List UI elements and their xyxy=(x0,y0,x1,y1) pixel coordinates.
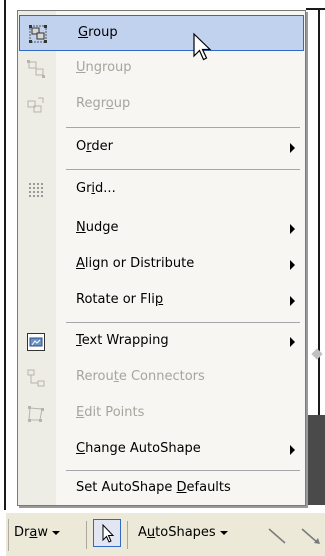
menu-item-label: Reroute Connectors xyxy=(76,369,205,384)
menu-item-label: Set AutoShape Defaults xyxy=(76,480,231,495)
submenu-arrow-icon xyxy=(290,224,295,234)
line-tool-button[interactable] xyxy=(263,521,291,549)
text-wrapping-icon xyxy=(27,333,45,351)
menu-item-align-or-distribute[interactable]: Align or Distribute xyxy=(18,247,305,283)
submenu-arrow-icon xyxy=(290,445,295,455)
menu-item-order[interactable]: Order xyxy=(18,130,305,166)
menu-item-change-autoshape[interactable]: Change AutoShape xyxy=(18,432,305,468)
menu-item-label: Regroup xyxy=(76,96,131,111)
group-icon xyxy=(29,25,47,43)
menu-item-label: Ungroup xyxy=(76,60,132,75)
menu-item-label: Grid... xyxy=(76,181,116,196)
menu-item-regroup[interactable]: Regroup xyxy=(18,87,305,123)
submenu-arrow-icon xyxy=(290,337,295,347)
menu-item-label: Group xyxy=(78,25,118,40)
menu-separator xyxy=(66,169,300,170)
menu-item-edit-points[interactable]: Edit Points xyxy=(18,396,305,432)
draw-menu-button[interactable]: Draw xyxy=(14,525,60,540)
menu-item-label: Change AutoShape xyxy=(76,441,201,456)
menu-item-group[interactable]: Group xyxy=(19,15,304,51)
autoshapes-menu-button[interactable]: AutoShapes xyxy=(138,525,228,540)
grid-icon xyxy=(27,181,45,199)
select-objects-button[interactable] xyxy=(93,519,121,547)
draw-menu: Group Ungroup Regroup Order Grid... Nudg… xyxy=(17,10,306,506)
toolbar-grip[interactable] xyxy=(8,519,10,551)
menu-item-nudge[interactable]: Nudge xyxy=(18,211,305,247)
menu-item-set-autoshape-defaults[interactable]: Set AutoShape Defaults xyxy=(18,471,305,507)
mouse-cursor-icon xyxy=(193,32,212,61)
dropdown-caret-icon xyxy=(219,530,228,535)
edit-points-icon xyxy=(27,405,45,423)
background-left xyxy=(0,0,17,556)
menu-item-label: Text Wrapping xyxy=(76,333,169,348)
background-top xyxy=(0,0,325,8)
toolbar-separator xyxy=(86,521,87,549)
line-icon xyxy=(268,528,286,544)
menu-item-grid[interactable]: Grid... xyxy=(18,172,305,208)
toolbar-separator xyxy=(127,521,128,549)
menu-item-label: Nudge xyxy=(76,220,119,235)
document-edge-top xyxy=(306,8,325,10)
menu-item-rotate-or-flip[interactable]: Rotate or Flip xyxy=(18,283,305,319)
menu-item-text-wrapping[interactable]: Text Wrapping xyxy=(18,324,305,360)
menu-item-label: Align or Distribute xyxy=(76,256,195,271)
document-edge-line xyxy=(4,0,6,510)
pointer-icon xyxy=(102,523,115,543)
arrow-tool-button[interactable] xyxy=(298,521,325,549)
menu-item-ungroup[interactable]: Ungroup xyxy=(18,51,305,87)
menu-item-reroute-connectors[interactable]: Reroute Connectors xyxy=(18,360,305,396)
background-dark-area xyxy=(306,415,325,505)
reroute-connectors-icon xyxy=(27,369,45,387)
arrow-icon xyxy=(301,528,320,544)
menu-separator xyxy=(66,322,300,323)
menu-item-label: Rotate or Flip xyxy=(76,292,164,307)
menu-separator xyxy=(66,127,300,128)
drawing-toolbar: Draw AutoShapes xyxy=(6,512,325,556)
submenu-arrow-icon xyxy=(290,296,295,306)
menu-item-label: Order xyxy=(76,139,113,154)
submenu-arrow-icon xyxy=(290,260,295,270)
dropdown-caret-icon xyxy=(51,530,60,535)
menu-item-label: Edit Points xyxy=(76,405,145,420)
ungroup-icon xyxy=(27,60,45,78)
regroup-icon xyxy=(27,96,45,114)
submenu-arrow-icon xyxy=(290,143,295,153)
